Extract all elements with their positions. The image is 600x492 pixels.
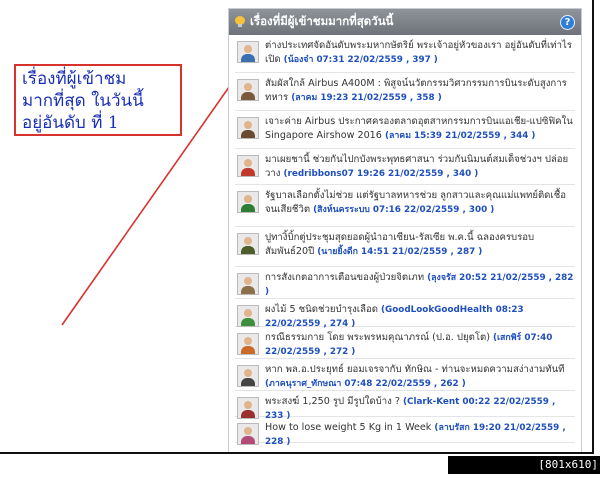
list-item[interactable]: ปูทางิ้บิ้กตู่ประชุมสุดยอดผู้นำอาเซียน-ร… [235, 227, 575, 267]
item-text: How to lose weight 5 Kg in 1 Week (ลาบรั… [265, 421, 575, 449]
list-item[interactable]: สัมผัสใกล้ Airbus A400M : พิสูจน์นวัตกรร… [235, 73, 575, 111]
avatar[interactable] [237, 79, 259, 101]
avatar[interactable] [237, 155, 259, 177]
upic-watermark: [801x610] http://upic.me/ [448, 456, 600, 489]
item-meta: (นายยิ้งดีก 14:51 21/02/2559 , 287 ) [317, 247, 483, 257]
list-item[interactable]: มาเผยชานี้ ช่วยกันไปกบังพระพุทธศาสนา ร่ว… [235, 149, 575, 185]
item-title-link[interactable]: ผงไม้ 5 ชนิดช่วยบำรุงเลือด [265, 304, 378, 315]
avatar[interactable] [237, 423, 259, 445]
avatar[interactable] [237, 233, 259, 255]
item-meta: (ภาคนุราศ_ทักษณา 07:48 22/02/2559 , 262 … [265, 379, 466, 389]
callout-line-2: มากที่สุด ในวันนี้ [22, 91, 144, 111]
list-item[interactable]: การสังเกตอาการเตือนของผู้ป่วยจิตเภท (ลุง… [235, 267, 575, 299]
list-item[interactable]: เจาะค่าย Airbus ประกาศครองตลาดอุตสาหกรรม… [235, 111, 575, 149]
list-item[interactable]: กรณีธรรมกาย โดย พระพรหมคุณาภรณ์ (ป.อ. ปย… [235, 327, 575, 359]
avatar[interactable] [237, 333, 259, 355]
annotation-callout: เรื่องที่ผู้เข้าชม มากที่สุด ในวันนี้ อย… [14, 64, 182, 136]
item-meta: (น้องจ๋า 07:31 22/02/2559 , 397 ) [283, 55, 438, 65]
callout-line-3: อยู่อันดับ ที่ 1 [22, 113, 119, 133]
avatar[interactable] [237, 397, 259, 419]
avatar[interactable] [237, 365, 259, 387]
item-text: มาเผยชานี้ ช่วยกันไปกบังพระพุทธศาสนา ร่ว… [265, 153, 575, 181]
lightbulb-icon [235, 16, 245, 28]
item-text: สัมผัสใกล้ Airbus A400M : พิสูจน์นวัตกรร… [265, 77, 575, 105]
avatar[interactable] [237, 305, 259, 327]
item-title-link[interactable]: How to lose weight 5 Kg in 1 Week [265, 422, 431, 433]
list-item[interactable]: หาก พล.อ.ประยุทธ์ ยอมเจรจากับ ทักษิณ - ท… [235, 359, 575, 391]
callout-line-1: เรื่องที่ผู้เข้าชม [22, 69, 127, 89]
item-title-link[interactable]: พระสงฆ์ 1,250 รูป มีรูปใดบ้าง ? [265, 396, 400, 407]
item-meta: (redribbons07 19:26 21/02/2559 , 340 ) [283, 169, 479, 179]
avatar[interactable] [237, 191, 259, 213]
item-text: ปูทางิ้บิ้กตู่ประชุมสุดยอดผู้นำอาเซียน-ร… [265, 231, 575, 259]
list-item[interactable]: ผงไม้ 5 ชนิดช่วยบำรุงเลือด (GoodLookGood… [235, 299, 575, 329]
most-viewed-list: ต่างประเทศจัดอันดับพระมหากษัตริย์ พระเจ้… [229, 35, 581, 447]
list-item[interactable]: How to lose weight 5 Kg in 1 Week (ลาบรั… [235, 417, 575, 447]
list-item[interactable]: ต่างประเทศจัดอันดับพระมหากษัตริย์ พระเจ้… [235, 35, 575, 73]
list-item[interactable]: พระสงฆ์ 1,250 รูป มีรูปใดบ้าง ? (Clark-K… [235, 391, 575, 421]
item-title-link[interactable]: การสังเกตอาการเตือนของผู้ป่วยจิตเภท [265, 272, 424, 283]
item-text: พระสงฆ์ 1,250 รูป มีรูปใดบ้าง ? (Clark-K… [265, 395, 575, 423]
panel-header: เรื่องที่มีผู้เข้าชมมากที่สุดวันนี้ ? [229, 9, 581, 35]
item-meta: (สิงห์นครระบบ 07:16 22/02/2559 , 300 ) [313, 205, 495, 215]
item-text: การสังเกตอาการเตือนของผู้ป่วยจิตเภท (ลุง… [265, 271, 575, 299]
item-text: รัฐบาลเลือกตั้งไม่ช่วย แต่รัฐบาลทหารช่วย… [265, 189, 575, 217]
screenshot-frame: เรื่องที่ผู้เข้าชม มากที่สุด ในวันนี้ อย… [0, 0, 594, 454]
item-text: ผงไม้ 5 ชนิดช่วยบำรุงเลือด (GoodLookGood… [265, 303, 575, 331]
avatar[interactable] [237, 117, 259, 139]
item-text: เจาะค่าย Airbus ประกาศครองตลาดอุตสาหกรรม… [265, 115, 575, 143]
panel-title: เรื่องที่มีผู้เข้าชมมากที่สุดวันนี้ [250, 14, 394, 28]
item-text: ต่างประเทศจัดอันดับพระมหากษัตริย์ พระเจ้… [265, 39, 575, 67]
item-title-link[interactable]: หาก พล.อ.ประยุทธ์ ยอมเจรจากับ ทักษิณ - ท… [265, 364, 564, 375]
avatar[interactable] [237, 41, 259, 63]
item-title-link[interactable]: กรณีธรรมกาย โดย พระพรหมคุณาภรณ์ (ป.อ. ปย… [265, 332, 490, 343]
item-text: กรณีธรรมกาย โดย พระพรหมคุณาภรณ์ (ป.อ. ปย… [265, 331, 575, 359]
list-item[interactable]: รัฐบาลเลือกตั้งไม่ช่วย แต่รัฐบาลทหารช่วย… [235, 185, 575, 227]
avatar[interactable] [237, 273, 259, 295]
item-text: หาก พล.อ.ประยุทธ์ ยอมเจรจากับ ทักษิณ - ท… [265, 363, 575, 391]
help-icon[interactable]: ? [560, 14, 575, 30]
item-meta: (ลาคม 19:23 21/02/2559 , 358 ) [291, 93, 442, 103]
most-viewed-panel: เรื่องที่มีผู้เข้าชมมากที่สุดวันนี้ ? ต่… [228, 8, 582, 452]
item-meta: (ลาคม 15:39 21/02/2559 , 344 ) [384, 131, 536, 141]
